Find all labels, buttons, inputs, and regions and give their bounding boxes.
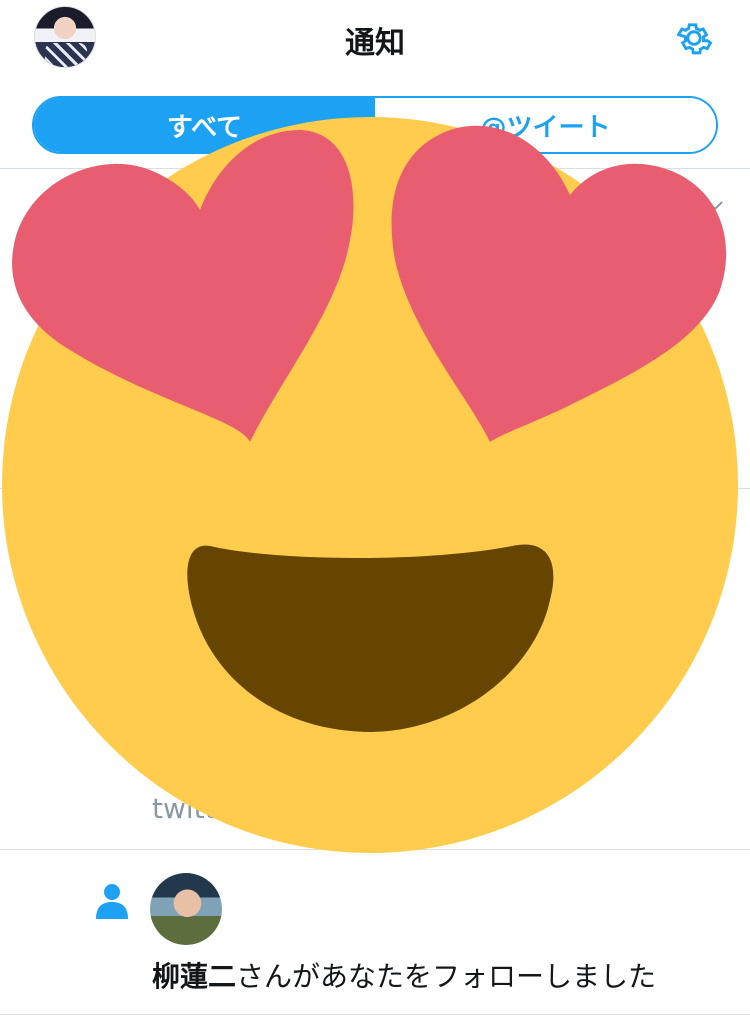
left-heart [12,130,354,442]
divider [0,1014,750,1015]
page-title: 通知 [345,26,405,61]
person-icon [96,884,128,919]
notification-tabs: すべて @ツイート [32,96,718,154]
right-heart [391,125,727,443]
gear-icon-graphic [676,23,713,55]
tab-all[interactable]: すべて [34,98,375,152]
header-bar: 通知 [0,0,750,80]
divider [0,488,750,489]
tab-mentions[interactable]: @ツイート [375,98,716,152]
tweet-preview-text: twitt... ... [152,792,278,825]
avatar[interactable] [150,873,222,945]
user-name[interactable]: 柳蓮二 [152,960,236,993]
divider [0,168,750,169]
follow-message: 柳蓮二さんがあなたをフォローしました [152,955,656,995]
gear-icon[interactable] [672,16,716,60]
divider [0,849,750,850]
smile-mouth [187,544,554,732]
follow-message-suffix: さんがあなたをフォローしました [236,960,657,993]
chevron-down-icon[interactable] [706,196,724,214]
heart-eyes-emoji-icon [2,117,738,853]
list-item[interactable]: 柳蓮二さんがあなたをフォローしました [0,851,750,1027]
notifications-screen: 通知 すべて @ツイート twitt... ... 柳蓮二さんがあなたをフォロー… [0,0,750,1027]
emoji-face [2,117,738,853]
